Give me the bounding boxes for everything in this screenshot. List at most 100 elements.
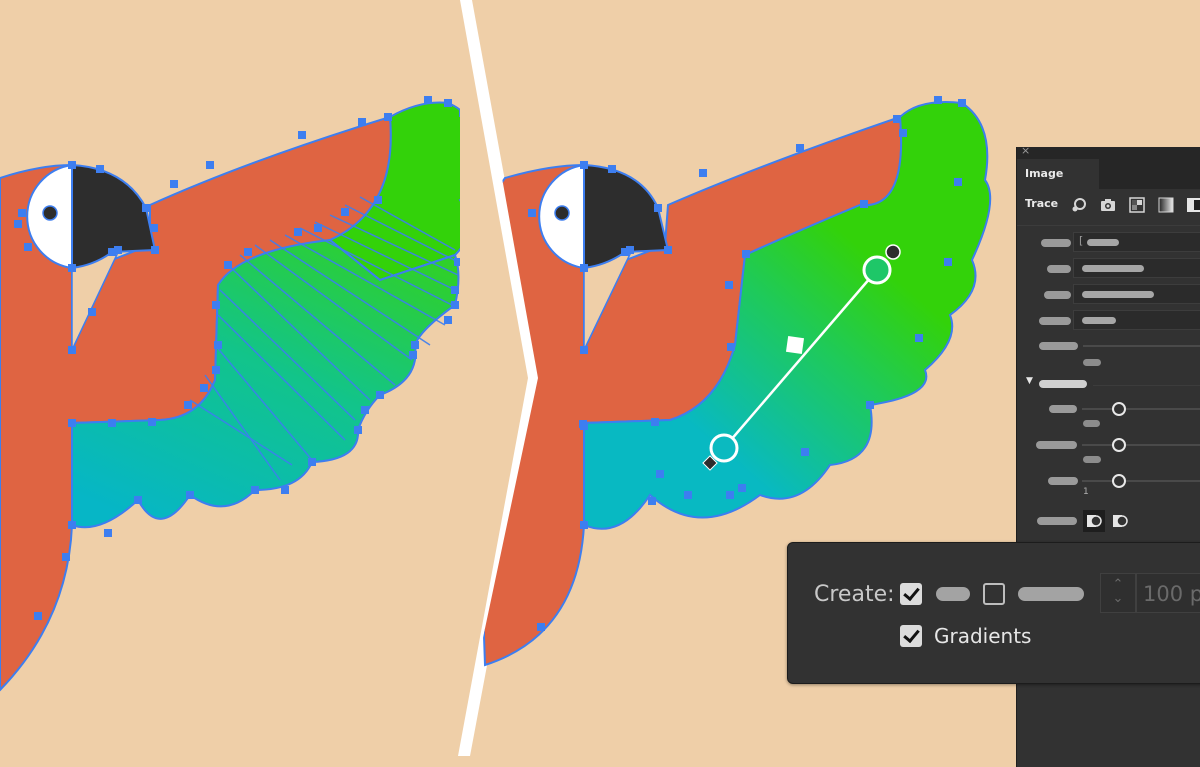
anchor-point[interactable]: [899, 129, 907, 137]
anchor-point[interactable]: [251, 486, 259, 494]
anchor-point[interactable]: [742, 250, 750, 258]
anchor-point[interactable]: [108, 419, 116, 427]
anchor-point[interactable]: [651, 418, 659, 426]
anchor-point[interactable]: [151, 246, 159, 254]
anchor-point[interactable]: [934, 96, 942, 104]
anchor-point[interactable]: [411, 341, 419, 349]
anchor-point[interactable]: [801, 448, 809, 456]
anchor-point[interactable]: [656, 470, 664, 478]
anchor-point[interactable]: [212, 366, 220, 374]
gradient-rotate-handle[interactable]: [885, 244, 901, 260]
tab-image-trace[interactable]: Image Trace: [1017, 159, 1099, 210]
anchor-point[interactable]: [444, 316, 452, 324]
panel-title-bar[interactable]: [1017, 147, 1200, 159]
anchor-point[interactable]: [580, 346, 588, 354]
anchor-point[interactable]: [150, 224, 158, 232]
black-white-swatch-icon[interactable]: [1186, 197, 1200, 213]
anchor-point[interactable]: [134, 496, 142, 504]
anchor-point[interactable]: [88, 308, 96, 316]
gradient-start-stop[interactable]: [709, 433, 739, 463]
anchor-point[interactable]: [341, 208, 349, 216]
anchor-point[interactable]: [699, 169, 707, 177]
anchor-point[interactable]: [68, 419, 76, 427]
anchor-point[interactable]: [654, 204, 662, 212]
anchor-point[interactable]: [726, 491, 734, 499]
chevron-up-icon[interactable]: ⌃: [1101, 578, 1135, 592]
anchor-point[interactable]: [361, 406, 369, 414]
paths-slider-track[interactable]: [1082, 408, 1200, 410]
anchor-point[interactable]: [374, 196, 382, 204]
method-abutting-button[interactable]: [1083, 510, 1105, 532]
anchor-point[interactable]: [281, 486, 289, 494]
view-dropdown[interactable]: [1073, 258, 1200, 278]
anchor-point[interactable]: [68, 521, 76, 529]
anchor-point[interactable]: [18, 209, 26, 217]
anchor-point[interactable]: [244, 248, 252, 256]
anchor-point[interactable]: [314, 224, 322, 232]
anchor-point[interactable]: [451, 301, 459, 309]
anchor-point[interactable]: [727, 343, 735, 351]
anchor-point[interactable]: [648, 497, 656, 505]
anchor-point[interactable]: [186, 491, 194, 499]
anchor-point[interactable]: [528, 209, 536, 217]
anchor-point[interactable]: [866, 401, 874, 409]
preset-dropdown[interactable]: [: [1073, 232, 1200, 252]
anchor-point[interactable]: [684, 491, 692, 499]
corners-slider-track[interactable]: [1082, 444, 1200, 446]
anchor-point[interactable]: [626, 246, 634, 254]
anchor-point[interactable]: [725, 281, 733, 289]
anchor-point[interactable]: [184, 401, 192, 409]
anchor-point[interactable]: [424, 96, 432, 104]
anchor-point[interactable]: [200, 384, 208, 392]
anchor-point[interactable]: [466, 218, 474, 226]
anchor-point[interactable]: [104, 529, 112, 537]
anchor-point[interactable]: [114, 246, 122, 254]
method-overlapping-button[interactable]: [1109, 510, 1131, 532]
anchor-point[interactable]: [958, 99, 966, 107]
anchor-point[interactable]: [68, 161, 76, 169]
anchor-point[interactable]: [354, 426, 362, 434]
anchor-point[interactable]: [444, 99, 452, 107]
advanced-section-label[interactable]: [1039, 380, 1087, 388]
anchor-point[interactable]: [384, 113, 392, 121]
anchor-point[interactable]: [409, 351, 417, 359]
anchor-point[interactable]: [664, 246, 672, 254]
anchor-point[interactable]: [68, 346, 76, 354]
anchor-point[interactable]: [466, 178, 474, 186]
create-strokes-checkbox[interactable]: [983, 583, 1005, 605]
anchor-point[interactable]: [24, 243, 32, 251]
chevron-down-icon[interactable]: ⌄: [1101, 592, 1135, 606]
anchor-point[interactable]: [954, 178, 962, 186]
anchor-point[interactable]: [224, 261, 232, 269]
colors-slider-track[interactable]: [1083, 345, 1200, 347]
anchor-point[interactable]: [376, 391, 384, 399]
anchor-point[interactable]: [451, 286, 459, 294]
anchor-point[interactable]: [915, 334, 923, 342]
palette-dropdown[interactable]: [1073, 310, 1200, 330]
anchor-point[interactable]: [308, 458, 316, 466]
anchor-point[interactable]: [96, 165, 104, 173]
anchor-point[interactable]: [738, 484, 746, 492]
stroke-size-input[interactable]: 100 px: [1136, 573, 1200, 613]
anchor-point[interactable]: [62, 553, 70, 561]
stroke-size-stepper[interactable]: ⌃ ⌄: [1100, 573, 1136, 613]
camera-icon[interactable]: [1100, 197, 1116, 213]
mode-dropdown[interactable]: [1073, 284, 1200, 304]
anchor-point[interactable]: [14, 220, 22, 228]
anchor-point[interactable]: [34, 612, 42, 620]
noise-slider-thumb[interactable]: [1112, 474, 1126, 488]
anchor-point[interactable]: [170, 180, 178, 188]
gradients-checkbox[interactable]: [900, 625, 922, 647]
anchor-point[interactable]: [142, 204, 150, 212]
paths-slider-thumb[interactable]: [1112, 402, 1126, 416]
noise-slider-track[interactable]: [1082, 480, 1200, 482]
anchor-point[interactable]: [860, 200, 868, 208]
advanced-collapse-icon[interactable]: ▼: [1026, 376, 1033, 386]
anchor-point[interactable]: [148, 418, 156, 426]
anchor-point[interactable]: [893, 115, 901, 123]
anchor-point[interactable]: [294, 228, 302, 236]
anchor-point[interactable]: [579, 420, 587, 428]
gradient-midpoint-handle[interactable]: [785, 335, 805, 355]
anchor-point[interactable]: [580, 521, 588, 529]
anchor-point[interactable]: [298, 131, 306, 139]
